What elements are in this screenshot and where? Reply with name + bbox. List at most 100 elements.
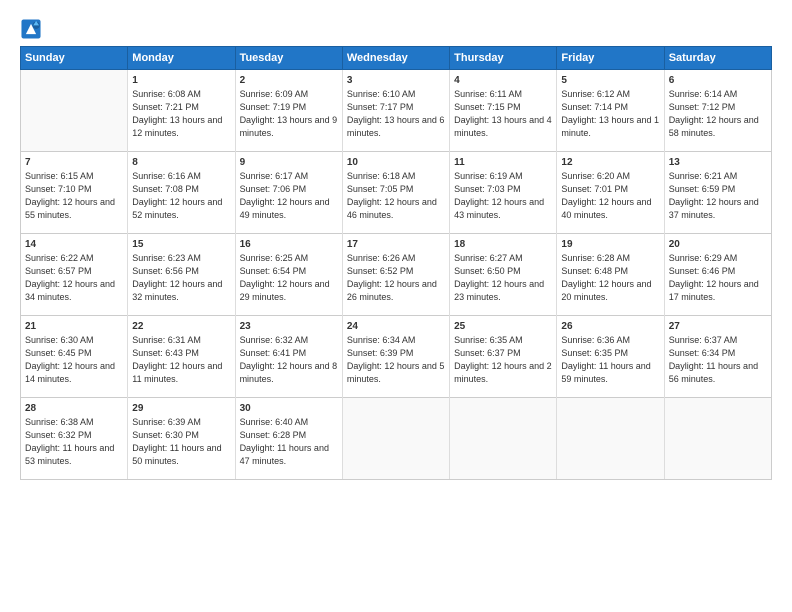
day-cell: 14 Sunrise: 6:22 AMSunset: 6:57 PMDayligh… — [21, 234, 128, 316]
day-number: 5 — [561, 75, 659, 86]
day-number: 12 — [561, 157, 659, 168]
day-cell: 17 Sunrise: 6:26 AMSunset: 6:52 PMDayligh… — [342, 234, 449, 316]
day-cell: 1Sunrise: 6:08 AMSunset: 7:21 PMDaylight… — [128, 70, 235, 152]
day-info: Sunrise: 6:39 AMSunset: 6:30 PMDaylight:… — [132, 416, 230, 468]
day-info: Sunrise: 6:19 AMSunset: 7:03 PMDaylight:… — [454, 170, 552, 222]
day-info: Sunrise: 6:21 AMSunset: 6:59 PMDaylight:… — [669, 170, 767, 222]
col-header-friday: Friday — [557, 47, 664, 70]
day-cell: 30 Sunrise: 6:40 AMSunset: 6:28 PMDayligh… — [235, 398, 342, 480]
calendar-table: SundayMondayTuesdayWednesdayThursdayFrid… — [20, 46, 772, 480]
day-number: 1 — [132, 75, 230, 86]
header — [20, 18, 772, 40]
day-info: Sunrise: 6:40 AMSunset: 6:28 PMDaylight:… — [240, 416, 338, 468]
day-number: 11 — [454, 157, 552, 168]
header-row: SundayMondayTuesdayWednesdayThursdayFrid… — [21, 47, 772, 70]
day-cell: 13 Sunrise: 6:21 AMSunset: 6:59 PMDayligh… — [664, 152, 771, 234]
day-info: Sunrise: 6:38 AMSunset: 6:32 PMDaylight:… — [25, 416, 123, 468]
day-info: Sunrise: 6:29 AMSunset: 6:46 PMDaylight:… — [669, 252, 767, 304]
col-header-saturday: Saturday — [664, 47, 771, 70]
day-cell: 7 Sunrise: 6:15 AMSunset: 7:10 PMDaylight… — [21, 152, 128, 234]
logo — [20, 18, 44, 40]
day-number: 14 — [25, 239, 123, 250]
day-info: Sunrise: 6:26 AMSunset: 6:52 PMDaylight:… — [347, 252, 445, 304]
day-info: Sunrise: 6:28 AMSunset: 6:48 PMDaylight:… — [561, 252, 659, 304]
day-info: Sunrise: 6:23 AMSunset: 6:56 PMDaylight:… — [132, 252, 230, 304]
day-info: Sunrise: 6:18 AMSunset: 7:05 PMDaylight:… — [347, 170, 445, 222]
day-number: 27 — [669, 321, 767, 332]
day-number: 8 — [132, 157, 230, 168]
day-cell — [342, 398, 449, 480]
day-cell: 27Sunrise: 6:37 AMSunset: 6:34 PMDayligh… — [664, 316, 771, 398]
day-info: Sunrise: 6:35 AMSunset: 6:37 PMDaylight:… — [454, 334, 552, 386]
day-cell: 28Sunrise: 6:38 AMSunset: 6:32 PMDayligh… — [21, 398, 128, 480]
day-info: Sunrise: 6:15 AMSunset: 7:10 PMDaylight:… — [25, 170, 123, 222]
day-cell: 22Sunrise: 6:31 AMSunset: 6:43 PMDayligh… — [128, 316, 235, 398]
day-info: Sunrise: 6:32 AMSunset: 6:41 PMDaylight:… — [240, 334, 338, 386]
day-info: Sunrise: 6:31 AMSunset: 6:43 PMDaylight:… — [132, 334, 230, 386]
day-info: Sunrise: 6:25 AMSunset: 6:54 PMDaylight:… — [240, 252, 338, 304]
day-cell: 19 Sunrise: 6:28 AMSunset: 6:48 PMDayligh… — [557, 234, 664, 316]
col-header-tuesday: Tuesday — [235, 47, 342, 70]
day-info: Sunrise: 6:14 AMSunset: 7:12 PMDaylight:… — [669, 88, 767, 140]
day-number: 13 — [669, 157, 767, 168]
day-cell: 21Sunrise: 6:30 AMSunset: 6:45 PMDayligh… — [21, 316, 128, 398]
day-info: Sunrise: 6:22 AMSunset: 6:57 PMDaylight:… — [25, 252, 123, 304]
day-number: 26 — [561, 321, 659, 332]
day-info: Sunrise: 6:34 AMSunset: 6:39 PMDaylight:… — [347, 334, 445, 386]
day-cell: 6 Sunrise: 6:14 AMSunset: 7:12 PMDaylight… — [664, 70, 771, 152]
day-cell: 15Sunrise: 6:23 AMSunset: 6:56 PMDayligh… — [128, 234, 235, 316]
day-number: 16 — [240, 239, 338, 250]
week-row-5: 28Sunrise: 6:38 AMSunset: 6:32 PMDayligh… — [21, 398, 772, 480]
day-number: 10 — [347, 157, 445, 168]
day-cell — [21, 70, 128, 152]
col-header-monday: Monday — [128, 47, 235, 70]
day-cell: 24 Sunrise: 6:34 AMSunset: 6:39 PMDayligh… — [342, 316, 449, 398]
day-info: Sunrise: 6:10 AMSunset: 7:17 PMDaylight:… — [347, 88, 445, 140]
day-cell — [557, 398, 664, 480]
day-number: 25 — [454, 321, 552, 332]
day-number: 7 — [25, 157, 123, 168]
week-row-4: 21Sunrise: 6:30 AMSunset: 6:45 PMDayligh… — [21, 316, 772, 398]
day-cell: 11 Sunrise: 6:19 AMSunset: 7:03 PMDayligh… — [450, 152, 557, 234]
col-header-sunday: Sunday — [21, 47, 128, 70]
day-number: 19 — [561, 239, 659, 250]
day-cell: 16 Sunrise: 6:25 AMSunset: 6:54 PMDayligh… — [235, 234, 342, 316]
day-cell: 4 Sunrise: 6:11 AMSunset: 7:15 PMDaylight… — [450, 70, 557, 152]
day-info: Sunrise: 6:11 AMSunset: 7:15 PMDaylight:… — [454, 88, 552, 140]
day-number: 4 — [454, 75, 552, 86]
week-row-2: 7 Sunrise: 6:15 AMSunset: 7:10 PMDaylight… — [21, 152, 772, 234]
day-info: Sunrise: 6:17 AMSunset: 7:06 PMDaylight:… — [240, 170, 338, 222]
day-number: 9 — [240, 157, 338, 168]
day-cell: 2 Sunrise: 6:09 AMSunset: 7:19 PMDaylight… — [235, 70, 342, 152]
day-cell: 12 Sunrise: 6:20 AMSunset: 7:01 PMDayligh… — [557, 152, 664, 234]
day-info: Sunrise: 6:36 AMSunset: 6:35 PMDaylight:… — [561, 334, 659, 386]
col-header-thursday: Thursday — [450, 47, 557, 70]
day-number: 20 — [669, 239, 767, 250]
day-cell: 23Sunrise: 6:32 AMSunset: 6:41 PMDayligh… — [235, 316, 342, 398]
day-number: 2 — [240, 75, 338, 86]
day-cell: 10 Sunrise: 6:18 AMSunset: 7:05 PMDayligh… — [342, 152, 449, 234]
week-row-3: 14 Sunrise: 6:22 AMSunset: 6:57 PMDayligh… — [21, 234, 772, 316]
day-number: 30 — [240, 403, 338, 414]
day-cell: 9 Sunrise: 6:17 AMSunset: 7:06 PMDaylight… — [235, 152, 342, 234]
day-info: Sunrise: 6:09 AMSunset: 7:19 PMDaylight:… — [240, 88, 338, 140]
day-number: 6 — [669, 75, 767, 86]
logo-icon — [20, 18, 42, 40]
day-cell: 26 Sunrise: 6:36 AMSunset: 6:35 PMDayligh… — [557, 316, 664, 398]
day-cell: 20 Sunrise: 6:29 AMSunset: 6:46 PMDayligh… — [664, 234, 771, 316]
day-cell: 25 Sunrise: 6:35 AMSunset: 6:37 PMDayligh… — [450, 316, 557, 398]
week-row-1: 1Sunrise: 6:08 AMSunset: 7:21 PMDaylight… — [21, 70, 772, 152]
day-cell — [450, 398, 557, 480]
day-number: 24 — [347, 321, 445, 332]
day-info: Sunrise: 6:27 AMSunset: 6:50 PMDaylight:… — [454, 252, 552, 304]
day-cell: 18 Sunrise: 6:27 AMSunset: 6:50 PMDayligh… — [450, 234, 557, 316]
col-header-wednesday: Wednesday — [342, 47, 449, 70]
day-cell: 3 Sunrise: 6:10 AMSunset: 7:17 PMDaylight… — [342, 70, 449, 152]
day-cell: 5 Sunrise: 6:12 AMSunset: 7:14 PMDaylight… — [557, 70, 664, 152]
day-info: Sunrise: 6:12 AMSunset: 7:14 PMDaylight:… — [561, 88, 659, 140]
day-info: Sunrise: 6:16 AMSunset: 7:08 PMDaylight:… — [132, 170, 230, 222]
day-number: 3 — [347, 75, 445, 86]
day-info: Sunrise: 6:20 AMSunset: 7:01 PMDaylight:… — [561, 170, 659, 222]
day-number: 17 — [347, 239, 445, 250]
day-number: 18 — [454, 239, 552, 250]
